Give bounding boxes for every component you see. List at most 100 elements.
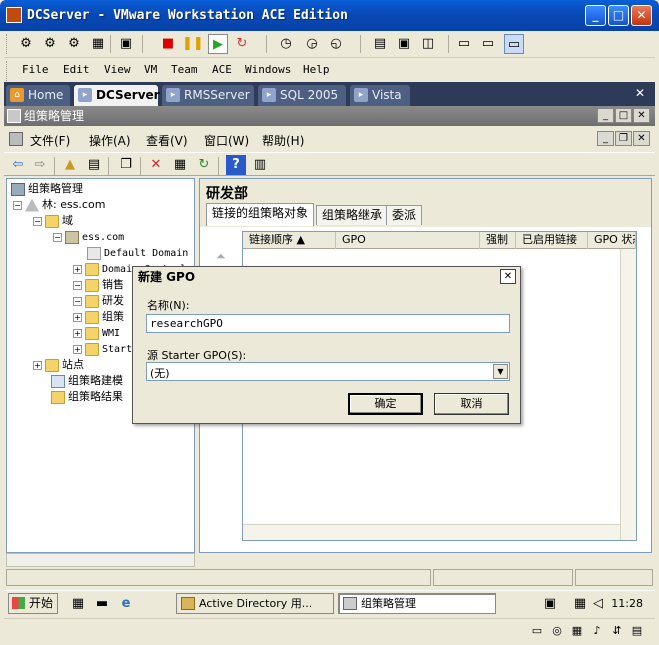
tree-item[interactable]: Default Domain [87, 245, 188, 261]
mmc-close-button[interactable]: ✕ [633, 108, 650, 123]
show-desktop-icon[interactable]: ▬ [92, 594, 112, 614]
properties-icon[interactable]: ▦ [170, 155, 190, 175]
snapshot-manager-icon[interactable]: ⚙ [64, 34, 84, 54]
doc-close-button[interactable]: ✕ [633, 131, 650, 146]
dialog-close-button[interactable]: ✕ [500, 269, 516, 284]
show-action-pane-icon[interactable]: ▥ [250, 155, 270, 175]
mmc-title-bar[interactable]: 组策略管理 _ □ ✕ [4, 106, 655, 126]
list-vertical-scrollbar[interactable] [620, 249, 636, 540]
show-sidebar-icon[interactable]: ▤ [370, 34, 390, 54]
mmc-doc-icon[interactable] [9, 132, 23, 146]
expand-toggle[interactable]: + [33, 360, 42, 370]
help-icon[interactable]: ? [226, 155, 246, 175]
usb-icon[interactable]: ⇵ [609, 623, 625, 639]
expand-toggle[interactable]: + [73, 328, 82, 338]
ok-button[interactable]: 确定 [348, 393, 423, 415]
tray-connection-icon[interactable]: ▦ [570, 594, 590, 614]
menu-view[interactable]: View [104, 63, 131, 76]
tray-network-icon[interactable]: ▣ [540, 594, 560, 614]
vmware-title-bar[interactable]: DCServer - VMware Workstation ACE Editio… [0, 0, 659, 31]
taskbar-gpm[interactable]: 组策略管理 [338, 593, 496, 614]
refresh-icon[interactable]: ↻ [194, 155, 214, 175]
chevron-down-icon[interactable]: ▼ [493, 364, 508, 379]
tree-item[interactable]: − 销售 [73, 277, 124, 293]
snapshot-icon[interactable]: ⚙ [16, 34, 36, 54]
doc-restore-button[interactable]: ❐ [615, 131, 632, 146]
expand-toggle[interactable]: + [73, 264, 82, 274]
gpo-name-input[interactable]: researchGPO [146, 314, 510, 333]
copy-icon[interactable]: ❐ [116, 155, 136, 175]
expand-toggle[interactable]: + [73, 344, 82, 354]
message-log-icon[interactable]: ▤ [629, 623, 645, 639]
forward-icon[interactable]: ⇨ [30, 155, 50, 175]
collapse-toggle[interactable]: − [13, 200, 22, 210]
tree-item[interactable]: 组策略建模 [51, 373, 123, 389]
dialog-title[interactable]: 新建 GPO [133, 267, 520, 287]
reset-icon[interactable]: ↻ [232, 34, 252, 54]
menu-help[interactable]: Help [303, 63, 330, 76]
mmc-menu-file[interactable]: 文件(F) [30, 132, 70, 149]
tree-horizontal-scrollbar[interactable] [6, 553, 195, 567]
starter-gpo-select[interactable]: (无) ▼ [146, 362, 510, 381]
cd-rom-icon[interactable]: ◎ [549, 623, 565, 639]
menu-file[interactable]: File [22, 63, 49, 76]
collapse-toggle[interactable]: − [73, 296, 82, 306]
mmc-menu-view[interactable]: 查看(V) [146, 132, 188, 149]
tree-item[interactable]: + 组策 [73, 309, 124, 325]
menu-team[interactable]: Team [171, 63, 198, 76]
taskbar-active-directory[interactable]: Active Directory 用... [176, 593, 334, 614]
tab-delegation[interactable]: 委派 [386, 205, 423, 225]
menu-windows[interactable]: Windows [245, 63, 291, 76]
summary-view-icon[interactable]: ▭ [454, 34, 474, 54]
hard-disk-icon[interactable]: ▭ [529, 623, 545, 639]
menu-grip[interactable] [6, 61, 9, 81]
console-view-icon[interactable]: ▭ [504, 34, 524, 54]
collapse-toggle[interactable]: − [73, 280, 82, 290]
collapse-toggle[interactable]: − [33, 216, 42, 226]
tree-item[interactable]: − 域 [33, 213, 73, 229]
mmc-minimize-button[interactable]: _ [597, 108, 614, 123]
tab-vista[interactable]: ▸ Vista [350, 85, 410, 106]
mmc-menu-help[interactable]: 帮助(H) [262, 132, 304, 149]
menu-ace[interactable]: ACE [212, 63, 232, 76]
column-link-order[interactable]: 链接顺序 ▲ [243, 232, 336, 249]
power-on-icon[interactable]: ▶ [208, 34, 228, 54]
mmc-maximize-button[interactable]: □ [615, 108, 632, 123]
take-snapshot-icon[interactable]: ◷ [276, 34, 296, 54]
tray-volume-icon[interactable]: ◁ [588, 594, 608, 614]
back-icon[interactable]: ⇦ [8, 155, 28, 175]
manage-snapshots-icon[interactable]: ◵ [326, 34, 346, 54]
show-hide-tree-icon[interactable]: ▤ [84, 155, 104, 175]
column-gpo[interactable]: GPO [336, 232, 480, 249]
snapshot-revert-icon[interactable]: ⚙ [40, 34, 60, 54]
tab-linked-gpos[interactable]: 链接的组策略对象 [206, 203, 315, 226]
tab-home[interactable]: ⌂ Home [6, 85, 70, 106]
close-button[interactable]: ✕ [631, 5, 652, 26]
tree-item[interactable]: 组策略管理 [11, 181, 83, 197]
up-folder-icon[interactable]: ▲ [60, 155, 80, 175]
collapse-toggle[interactable]: − [53, 232, 62, 242]
revert-snapshot-icon[interactable]: ◶ [302, 34, 322, 54]
tree-item[interactable]: + WMI [73, 325, 120, 341]
expand-toggle[interactable]: + [73, 312, 82, 322]
send-ctrl-alt-del-icon[interactable]: ▣ [116, 34, 136, 54]
internet-explorer-icon[interactable]: e [116, 594, 136, 614]
list-horizontal-scrollbar[interactable] [243, 524, 620, 540]
maximize-button[interactable]: □ [608, 5, 629, 26]
suspend-icon[interactable]: ❚❚ [182, 34, 204, 54]
cancel-button[interactable]: 取消 [434, 393, 509, 415]
minimize-button[interactable]: _ [585, 5, 606, 26]
mmc-menu-action[interactable]: 操作(A) [89, 132, 131, 149]
tree-item[interactable]: − 林: ess.com [13, 197, 105, 213]
tree-item[interactable]: − 研发 [73, 293, 124, 309]
close-tab-icon[interactable]: ✕ [635, 86, 645, 100]
full-screen-icon[interactable]: ◫ [418, 34, 438, 54]
tree-item[interactable]: 组策略结果 [51, 389, 123, 405]
new-gpo-dialog[interactable]: 新建 GPO ✕ 名称(N): researchGPO 源 Starter GP… [132, 266, 521, 424]
tree-item[interactable]: + 站点 [33, 357, 84, 373]
server-manager-icon[interactable]: ▦ [68, 594, 88, 614]
tab-rmsserver[interactable]: ▸ RMSServer [162, 85, 254, 106]
clone-icon[interactable]: ▦ [88, 34, 108, 54]
appliance-view-icon[interactable]: ▭ [478, 34, 498, 54]
delete-icon[interactable]: ✕ [146, 155, 166, 175]
